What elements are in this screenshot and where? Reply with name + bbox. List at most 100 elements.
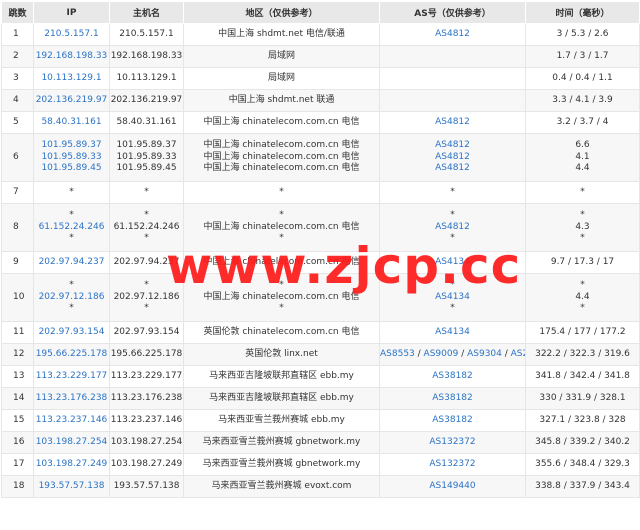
time-cell: 0.4 / 0.4 / 1.1 [525, 67, 640, 90]
asn-link[interactable]: AS9009 [424, 349, 459, 359]
table-row: 14 113.23.176.238 113.23.176.238 马来西亚吉隆坡联邦直… [1, 387, 640, 410]
region-cell: 中国上海 chinatelecom.com.cn 电信 中国上海 chinatel… [183, 133, 380, 182]
hostname-cell: * 202.97.12.186 * [109, 273, 184, 322]
region-cell: 英国伦敦 chinatelecom.com.cn 电信 [183, 321, 380, 344]
hostname-text: 113.23.229.177 [110, 370, 183, 381]
asn-line: AS38182 [381, 415, 525, 427]
asn-link[interactable]: AS4134 [435, 292, 470, 302]
asn-line: AS4812 [381, 152, 525, 164]
hostname-text: 103.198.27.254 [110, 436, 183, 447]
asn-line: AS149440 [381, 481, 525, 493]
asn-link[interactable]: AS38182 [432, 415, 473, 425]
asn-link[interactable]: AS149440 [429, 481, 475, 491]
hostname-text: 192.168.198.33 [110, 50, 183, 61]
asn-link[interactable]: AS132372 [429, 437, 475, 447]
asn-link[interactable]: AS4134 [435, 327, 470, 337]
ip-link[interactable]: 101.95.89.33 [35, 152, 109, 164]
ip-link[interactable]: 113.23.229.177 [35, 371, 109, 383]
asn-link[interactable]: AS4812 [435, 152, 470, 162]
ip-link[interactable]: 61.152.24.246 [35, 222, 109, 234]
time-cell: 322.2 / 322.3 / 319.6 [525, 343, 640, 366]
table-row: 17 103.198.27.249 103.198.27.249 马来西亚雪兰莪州赛城… [1, 453, 640, 476]
time-cell: 9.7 / 17.3 / 17 [525, 251, 640, 274]
ip-link[interactable]: 193.57.57.138 [35, 481, 109, 493]
asn-link[interactable]: AS4812 [435, 163, 470, 173]
table-row: 12 195.66.225.178 195.66.225.178 英国伦敦 linx.… [1, 343, 640, 366]
asn-link[interactable]: AS38182 [432, 393, 473, 403]
asn-link[interactable]: AS4812 [435, 222, 470, 232]
traceroute-table: 跳数 IP 主机名 地区（仅供参考） AS号（仅供参考） 时间（毫秒） 1 210… [1, 1, 640, 498]
ip-link[interactable]: 202.97.94.237 [35, 257, 109, 269]
time-cell: 330 / 331.9 / 328.1 [525, 387, 640, 410]
asn-line: AS132372 [381, 437, 525, 449]
time-text: 4.4 [575, 291, 590, 302]
ip-link[interactable]: 210.5.157.1 [35, 29, 109, 41]
region-text: * [279, 233, 284, 244]
ip-link[interactable]: 202.97.12.186 [35, 292, 109, 304]
hop-cell: 16 [1, 431, 34, 454]
hostname-text: * [144, 210, 149, 221]
table-row: 4 202.136.219.97 202.136.219.97 中国上海 shdmt.… [1, 89, 640, 112]
asn-separator: / [458, 348, 468, 359]
asn-cell: AS8553 / AS9009 / AS9304 / AS25577 [379, 343, 526, 366]
asn-link[interactable]: AS4134 [435, 257, 470, 267]
asn-line: * [381, 210, 525, 222]
hop-cell: 8 [1, 203, 34, 252]
asn-link[interactable]: AS38182 [432, 371, 473, 381]
ip-link[interactable]: 202.136.219.97 [35, 95, 109, 107]
time-text: 4.3 [575, 221, 590, 232]
ip-link[interactable]: 101.95.89.45 [35, 163, 109, 175]
region-text: 马来西亚雪兰莪州赛城 gbnetwork.my [202, 436, 361, 447]
region-text: 英国伦敦 linx.net [245, 348, 318, 359]
asn-cell: AS38182 [379, 387, 526, 410]
asn-link[interactable]: AS9304 [467, 349, 502, 359]
ip-link[interactable]: 101.95.89.37 [35, 140, 109, 152]
ip-link[interactable]: 202.97.93.154 [35, 327, 109, 339]
header-hop: 跳数 [1, 1, 34, 24]
time-cell: * 4.4 * [525, 273, 640, 322]
asn-line: AS4134 [381, 257, 525, 269]
region-cell: 局域网 [183, 45, 380, 68]
hostname-cell: 103.198.27.254 [109, 431, 184, 454]
asn-cell: AS132372 [379, 453, 526, 476]
hostname-cell: 192.168.198.33 [109, 45, 184, 68]
asn-line [381, 51, 525, 63]
ip-cell: 210.5.157.1 [33, 23, 110, 46]
asn-link[interactable]: AS8553 [381, 349, 415, 359]
ip-link[interactable]: 113.23.237.146 [35, 415, 109, 427]
asn-link[interactable]: AS4812 [435, 117, 470, 127]
asn-line: AS4812 [381, 140, 525, 152]
time-text: 175.4 / 177 / 177.2 [539, 326, 626, 337]
ip-link[interactable]: 113.23.176.238 [35, 393, 109, 405]
ip-link[interactable]: 103.198.27.249 [35, 459, 109, 471]
hostname-text: 61.152.24.246 [113, 221, 180, 232]
time-text: 322.2 / 322.3 / 319.6 [535, 348, 630, 359]
ip-placeholder: * [69, 233, 74, 244]
asn-cell: AS38182 [379, 365, 526, 388]
ip-link[interactable]: 10.113.129.1 [35, 73, 109, 85]
ip-link[interactable]: 192.168.198.33 [35, 51, 109, 63]
ip-link[interactable]: 58.40.31.161 [35, 117, 109, 129]
asn-line: AS4134 [381, 327, 525, 339]
time-text: 341.8 / 342.4 / 341.8 [535, 370, 630, 381]
hop-cell: 11 [1, 321, 34, 344]
time-cell: 3.2 / 3.7 / 4 [525, 111, 640, 134]
asn-link[interactable]: AS132372 [429, 459, 475, 469]
ip-link[interactable]: 103.198.27.254 [35, 437, 109, 449]
asn-link[interactable]: AS4812 [435, 29, 470, 39]
hostname-text: 101.95.89.37 [116, 140, 177, 151]
time-text: 0.4 / 0.4 / 1.1 [552, 72, 613, 83]
hop-cell: 4 [1, 89, 34, 112]
region-text: * [279, 186, 284, 197]
time-text: 3.2 / 3.7 / 4 [556, 116, 609, 127]
region-text: 中国上海 chinatelecom.com.cn 电信 [203, 151, 360, 162]
region-cell: 中国上海 shdmt.net 电信/联通 [183, 23, 380, 46]
time-cell: 338.8 / 337.9 / 343.4 [525, 475, 640, 498]
table-row: 6 101.95.89.37 101.95.89.33 101.95.89.45 101… [1, 133, 640, 182]
ip-link[interactable]: 195.66.225.178 [35, 349, 109, 361]
asn-link[interactable]: AS4812 [435, 140, 470, 150]
hop-cell: 6 [1, 133, 34, 182]
asn-link[interactable]: AS25577 [511, 349, 525, 359]
hostname-text: 113.23.237.146 [110, 414, 183, 425]
hostname-cell: 103.198.27.249 [109, 453, 184, 476]
